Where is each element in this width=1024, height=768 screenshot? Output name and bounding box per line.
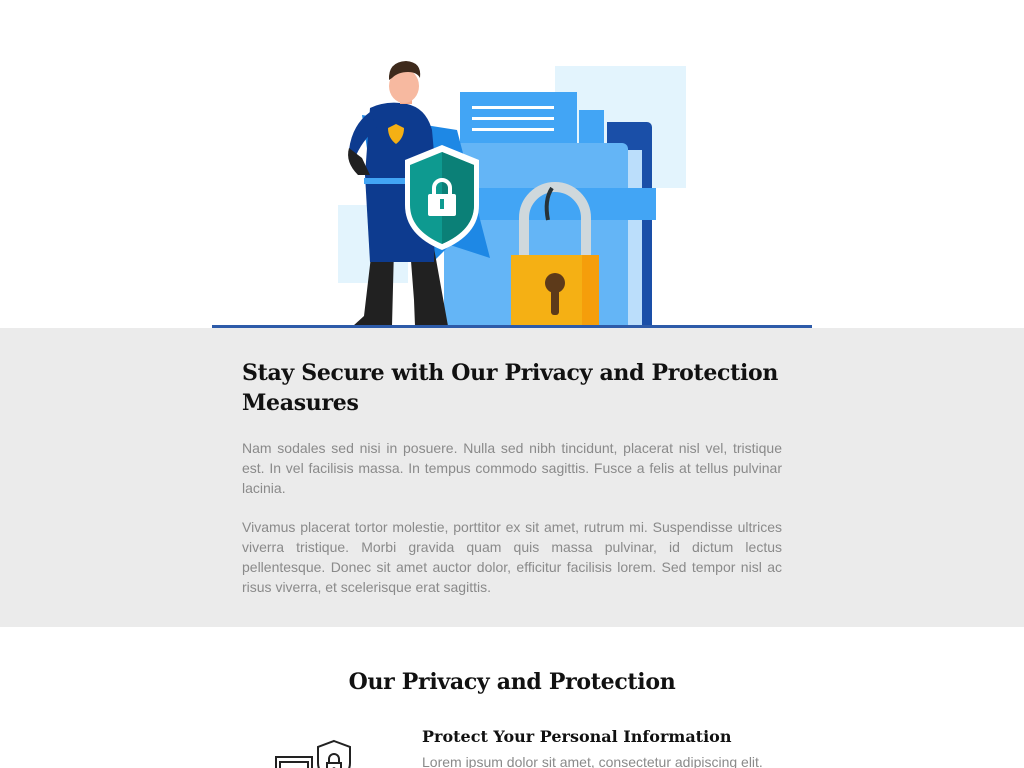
feature-title: Protect Your Personal Information [422,727,732,746]
shield-lock-card-icon [275,739,351,768]
document-line-2 [472,117,554,120]
document-line-3 [472,128,554,131]
intro-paragraph-2: Vivamus placerat tortor molestie, portti… [242,519,782,595]
intro-content: Stay Secure with Our Privacy and Protect… [242,358,782,597]
folder-right-edge [628,150,642,325]
intro-section: Stay Secure with Our Privacy and Protect… [0,328,1024,627]
shield-lock-keyhole [440,199,444,209]
section-title: Our Privacy and Protection [348,669,676,695]
intro-title: Stay Secure with Our Privacy and Protect… [242,360,779,416]
hero-section [0,0,1024,328]
privacy-protection-section: Our Privacy and Protection Protect Your … [0,627,1024,768]
padlock-body-shade [582,255,599,328]
feature-text: Lorem ipsum dolor sit amet, consectetur … [422,754,763,768]
padlock-keyhole-slot [551,285,559,315]
security-hero-illustration [338,61,686,328]
document-line-1 [472,106,554,109]
intro-paragraph-1: Nam sodales sed nisi in posuere. Nulla s… [242,440,782,496]
